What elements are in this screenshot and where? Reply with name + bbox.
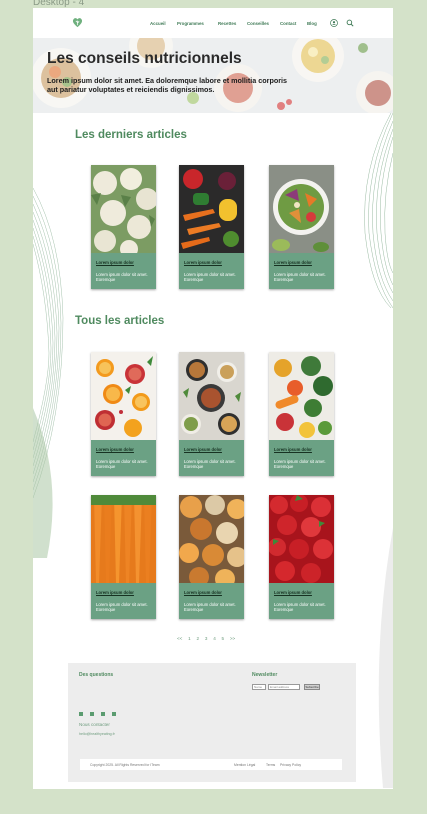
article-card[interactable]: Lorem ipsum dolor Lorem ipsum dolor sit … [269,352,334,476]
card-title[interactable]: Lorem ipsum dolor [274,260,312,265]
decorative-sweep-right [364,113,393,308]
card-title[interactable]: Lorem ipsum dolor [184,590,222,595]
nav-accueil[interactable]: Accueil [150,21,166,26]
subscribe-button[interactable]: Subscribe [304,684,320,690]
article-card[interactable]: Lorem ipsum dolor Lorem ipsum dolor sit … [179,165,244,289]
card-title[interactable]: Lorem ipsum dolor [96,447,134,452]
hero-banner: Les conseils nutricionnels Lorem ipsum d… [33,38,393,113]
footer: Des questions Newsletter Name Email addr… [68,663,356,782]
carrots-image [91,495,156,583]
pagination-next[interactable]: >> [230,636,235,641]
article-card[interactable]: Lorem ipsum dolor Lorem ipsum dolor sit … [179,495,244,619]
article-card[interactable]: Lorem ipsum dolor Lorem ipsum dolor sit … [91,495,156,619]
legal-link[interactable]: Mention Légal [234,763,255,767]
article-card[interactable]: Lorem ipsum dolor Lorem ipsum dolor sit … [91,165,156,289]
latest-articles-title: Les derniers articles [75,129,187,141]
nav-programmes[interactable]: Programmes [177,21,204,26]
article-card[interactable]: Lorem ipsum dolor Lorem ipsum dolor sit … [269,165,334,289]
user-circle-icon[interactable] [330,19,338,27]
newsletter-email-input[interactable]: Email address [268,684,300,690]
card-text: Lorem ipsum dolor sit amet. Eoremque [184,602,236,613]
newsletter-heading: Newsletter [252,672,278,678]
pagination-page[interactable]: 5 [222,636,225,641]
article-card[interactable]: Lorem ipsum dolor Lorem ipsum dolor sit … [269,495,334,619]
nav-conseilles[interactable]: Conseilles [247,21,269,26]
article-card[interactable]: Lorem ipsum dolor Lorem ipsum dolor sit … [91,352,156,476]
instagram-icon[interactable] [90,712,94,716]
terms-link[interactable]: Terms [266,763,275,767]
all-articles-title: Tous les articles [75,315,165,327]
vegetables-image [179,165,244,253]
squash-image [179,495,244,583]
nav-contact[interactable]: Contact [280,21,296,26]
pagination-page[interactable]: 2 [197,636,200,641]
pagination-prev[interactable]: << [177,636,182,641]
heart-leaf-icon[interactable] [72,17,83,28]
pagination-page[interactable]: 1 [188,636,191,641]
bowls-image [179,352,244,440]
contact-heading: Nous contacter [79,722,110,727]
card-text: Lorem ipsum dolor sit amet. Eoremque [274,272,326,283]
footer-bottom-bar: Copyright 2025. All Rights Reserved for … [80,759,342,770]
linkedin-icon[interactable] [112,712,116,716]
card-text: Lorem ipsum dolor sit amet. Eoremque [274,459,326,470]
pagination-page[interactable]: 4 [213,636,216,641]
decorative-sweep-left [33,187,64,558]
copyright-text: Copyright 2025. All Rights Reserved for … [90,762,160,767]
card-text: Lorem ipsum dolor sit amet. Eoremque [96,459,148,470]
pagination: << 1 2 3 4 5 >> [177,636,240,641]
hero-subtitle: Lorem ipsum dolor sit amet. Ea doloremqu… [47,76,288,94]
card-title[interactable]: Lorem ipsum dolor [274,447,312,452]
card-text: Lorem ipsum dolor sit amet. Eoremque [96,272,148,283]
privacy-link[interactable]: Privacy Policy [280,763,301,767]
decorative-shade-right [378,528,393,788]
twitter-icon[interactable] [101,712,105,716]
questions-heading: Des questions [79,672,114,678]
card-title[interactable]: Lorem ipsum dolor [96,260,134,265]
salad-bowl-image [269,165,334,253]
card-title[interactable]: Lorem ipsum dolor [96,590,134,595]
search-icon[interactable] [346,19,354,27]
card-text: Lorem ipsum dolor sit amet. Eoremque [96,602,148,613]
strawberries-image [269,495,334,583]
pagination-page[interactable]: 3 [205,636,208,641]
card-text: Lorem ipsum dolor sit amet. Eoremque [184,459,236,470]
top-navigation: Accueil Programmes Recettes Conseilles C… [33,8,393,38]
nav-blog[interactable]: Blog [307,21,317,26]
page-frame: Accueil Programmes Recettes Conseilles C… [33,8,393,789]
article-card[interactable]: Lorem ipsum dolor Lorem ipsum dolor sit … [179,352,244,476]
card-title[interactable]: Lorem ipsum dolor [274,590,312,595]
nav-recettes[interactable]: Recettes [218,21,236,26]
newsletter-name-input[interactable]: Name [252,684,266,690]
cauliflower-image [91,165,156,253]
card-text: Lorem ipsum dolor sit amet. Eoremque [184,272,236,283]
citrus-image [91,352,156,440]
canvas-label: Desktop - 4 [33,0,85,8]
card-text: Lorem ipsum dolor sit amet. Eoremque [274,602,326,613]
card-title[interactable]: Lorem ipsum dolor [184,447,222,452]
hero-title: Les conseils nutricionnels [47,50,242,67]
contact-email-link[interactable]: hello@healthyeating.fr [79,732,115,736]
facebook-icon[interactable] [79,712,83,716]
card-title[interactable]: Lorem ipsum dolor [184,260,222,265]
mixed-vegetables-image [269,352,334,440]
